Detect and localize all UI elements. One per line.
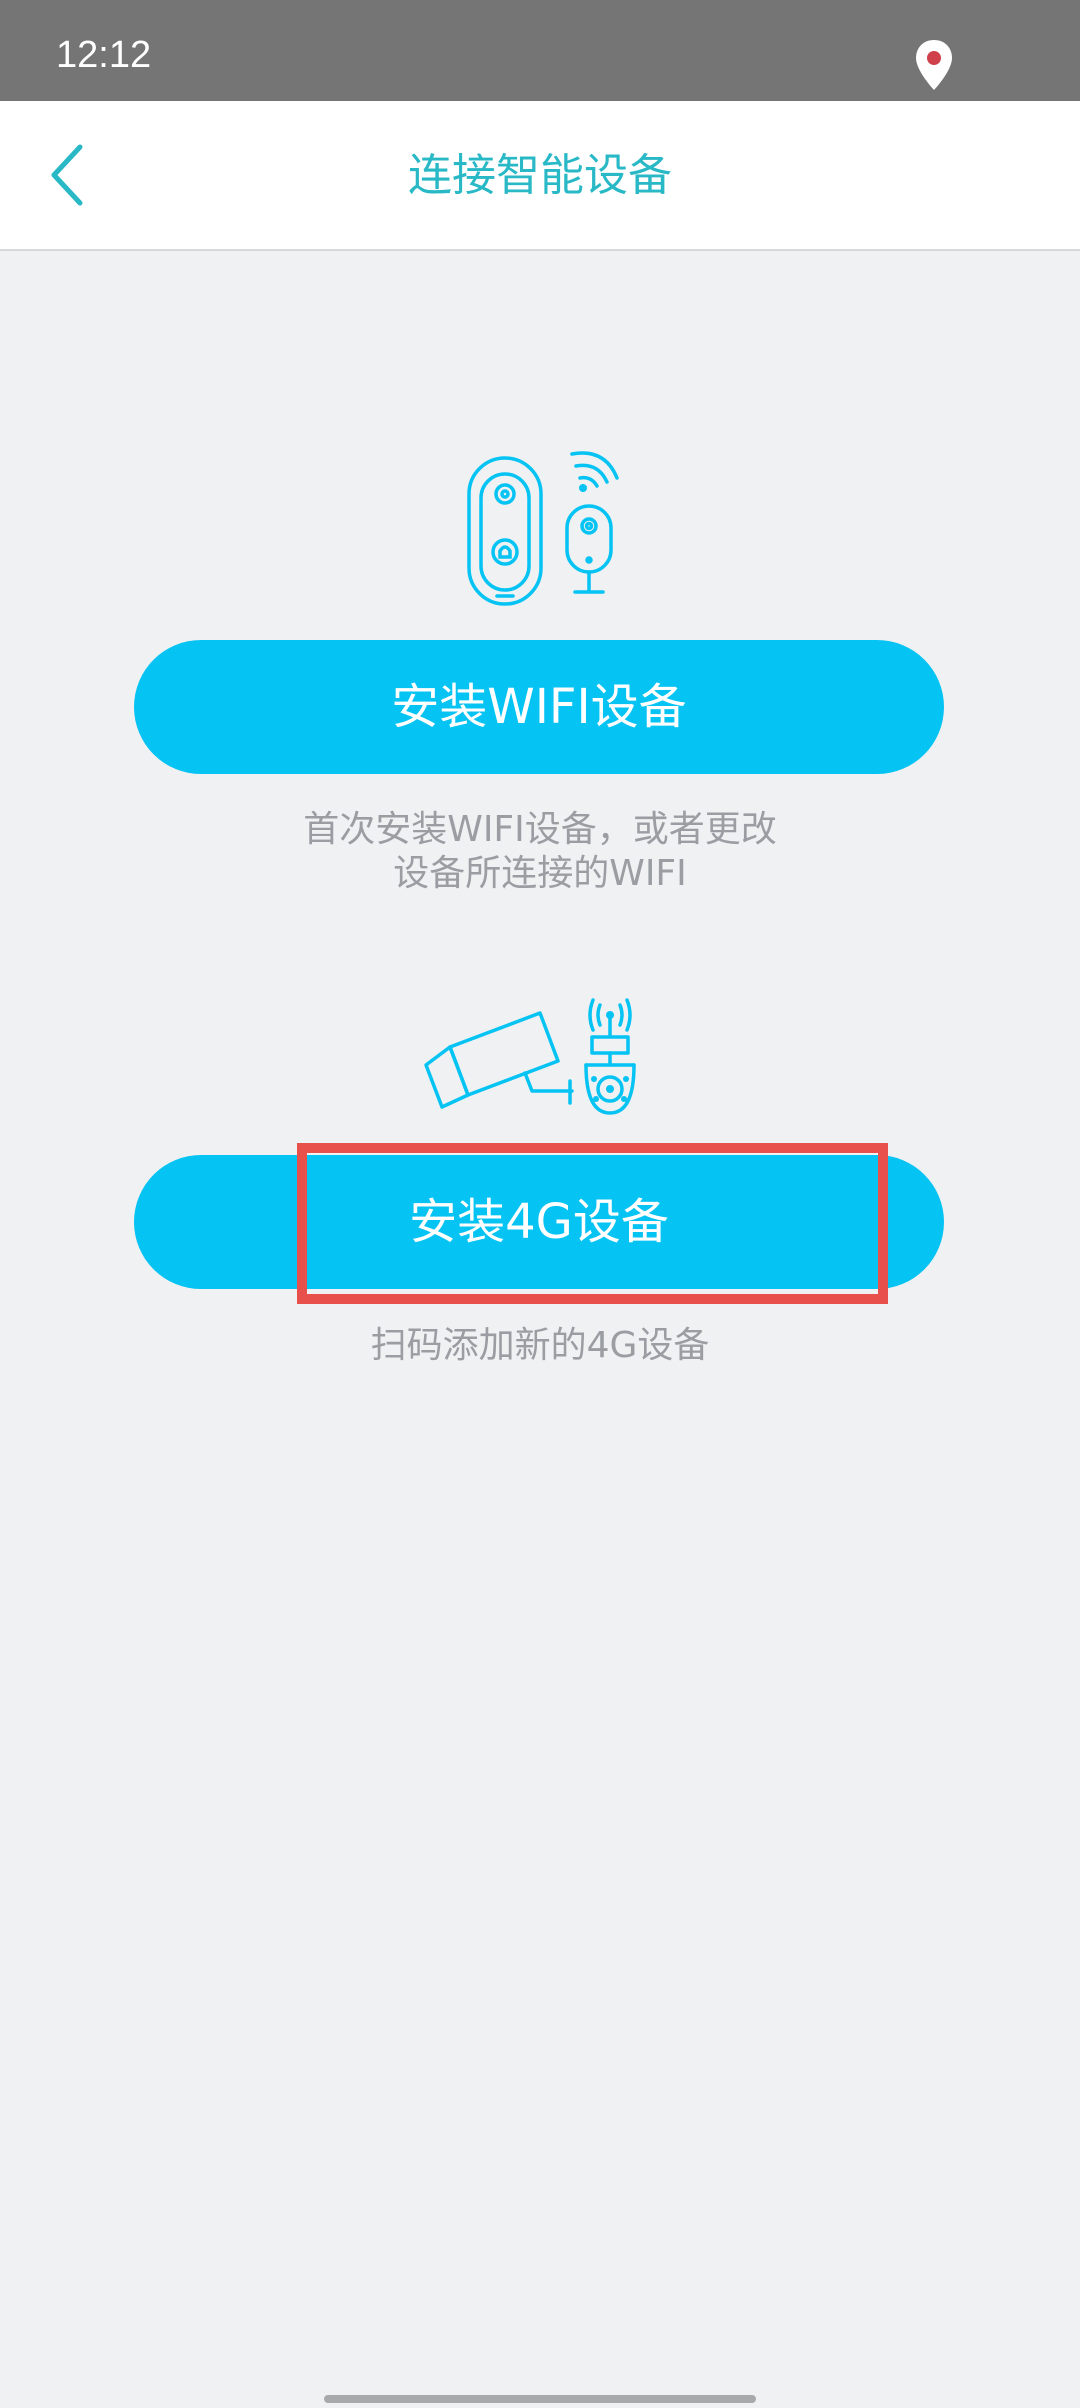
install-4g-device-button[interactable]: 安装4G设备 xyxy=(134,1155,944,1289)
wifi-caption-line-1: 首次安装WIFI设备，或者更改 xyxy=(303,809,777,850)
home-indicator[interactable] xyxy=(324,2395,756,2403)
4g-camera-illustration xyxy=(424,998,636,1115)
wifi-caption-line-2: 设备所连接的WIFI xyxy=(393,853,687,894)
4g-option-caption: 扫码添加新的4G设备 xyxy=(370,1325,710,1366)
wifi-doorbell-camera-illustration xyxy=(467,451,619,606)
screen: 12:12 连接智能设备 安装WIFI设备 首次安装WIFI设备，或者更改 设备… xyxy=(0,0,1080,2408)
wifi-option-caption: 首次安装WIFI设备，或者更改 设备所连接的WIFI xyxy=(0,808,1080,896)
install-wifi-device-button[interactable]: 安装WIFI设备 xyxy=(134,640,944,774)
header: 连接智能设备 xyxy=(0,101,1080,251)
status-bar: 12:12 xyxy=(0,0,1080,101)
location-pin-icon xyxy=(916,40,952,90)
status-time: 12:12 xyxy=(56,34,152,76)
page-title: 连接智能设备 xyxy=(408,150,672,201)
